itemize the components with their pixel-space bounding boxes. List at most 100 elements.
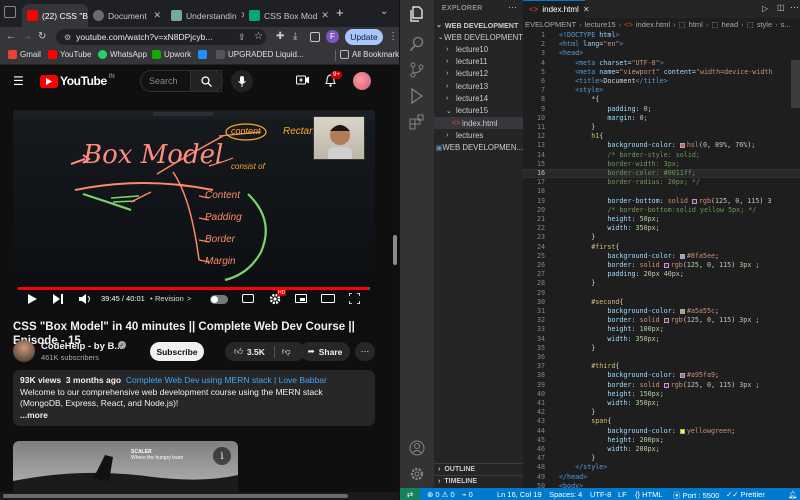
timeline-section-header[interactable]: › TIMELINE xyxy=(434,475,523,487)
split-editor-icon[interactable]: ◫ xyxy=(777,3,785,12)
info-icon[interactable]: i xyxy=(213,447,231,465)
search-button[interactable] xyxy=(190,70,223,92)
channel-avatar[interactable] xyxy=(13,340,35,362)
bookmark-upgraded-liquid[interactable]: UPGRADED Liquid... xyxy=(216,50,304,59)
extensions-puzzle-icon[interactable]: ✚ xyxy=(276,31,284,43)
back-arrow-icon[interactable]: ← xyxy=(6,31,16,43)
bookmark-unlabeled[interactable] xyxy=(198,50,210,59)
breadcrumb-item[interactable]: s... xyxy=(781,20,791,29)
explorer-files-icon[interactable] xyxy=(409,6,425,22)
outline-section-header[interactable]: › OUTLINE xyxy=(434,463,523,475)
chapter-chevron[interactable]: > xyxy=(187,294,191,303)
workspace-section-header[interactable]: ⌄ WEB DEVELOPMENT xyxy=(434,19,523,31)
next-video-icon[interactable] xyxy=(53,294,63,304)
description-tagline-link[interactable]: Complete Web Dev using MERN stack | Love… xyxy=(126,375,327,385)
editor-tab-index-html[interactable]: <> index.html ✕ xyxy=(523,0,590,18)
editor-more-icon[interactable]: ⋯ xyxy=(790,2,799,13)
breadcrumb-item[interactable]: style xyxy=(757,20,772,29)
chapter-title[interactable]: Revision xyxy=(155,294,184,303)
language-mode[interactable]: {} HTML xyxy=(635,490,663,499)
scrollbar-thumb[interactable] xyxy=(3,494,348,498)
indentation[interactable]: Spaces: 4 xyxy=(549,490,582,499)
bookmark-youtube[interactable]: YouTube xyxy=(48,50,91,59)
forward-arrow-icon[interactable]: → xyxy=(22,31,32,43)
close-editor-icon[interactable]: ✕ xyxy=(583,5,590,14)
tree-folder-item[interactable]: ▣ WEB DEVELOPMEN... xyxy=(434,142,523,154)
description-box[interactable]: 93K views 3 months ago Complete Web Dev … xyxy=(13,370,375,426)
manage-gear-icon[interactable] xyxy=(409,466,425,482)
breadcrumb-item[interactable]: head xyxy=(721,20,738,29)
notifications-bell-icon[interactable]: 🔔︎ xyxy=(788,490,798,499)
code-editor[interactable]: 1 <!DOCTYPE html> 2 <html lang="en"> 3 <head>… xyxy=(523,31,800,499)
bookmark-star-icon[interactable]: ☆ xyxy=(254,31,263,43)
like-thumb-up-icon[interactable]: 👍︎ xyxy=(234,346,243,357)
breadcrumb-item[interactable]: lecture15 xyxy=(585,20,616,29)
fullscreen-icon[interactable] xyxy=(349,293,360,304)
editor-scrollbar-thumb[interactable] xyxy=(791,60,800,108)
open-preview-icon[interactable]: ▷ xyxy=(762,4,768,13)
encoding[interactable]: UTF-8 xyxy=(590,490,611,499)
cursor-position[interactable]: Ln 16, Col 19 xyxy=(497,490,542,499)
close-tab-icon[interactable]: ✕ xyxy=(321,10,329,21)
account-avatar[interactable] xyxy=(353,72,371,90)
explorer-more-icon[interactable]: ⋯ xyxy=(508,2,517,13)
create-video-icon[interactable] xyxy=(296,75,309,86)
tree-folder-item[interactable]: ⌄ WEB DEVELOPMENT xyxy=(434,31,523,43)
show-more-link[interactable]: ...more xyxy=(20,410,368,422)
update-button[interactable]: Update xyxy=(345,29,383,45)
profile-avatar[interactable]: F xyxy=(326,30,339,43)
all-bookmarks[interactable]: All Bookmarks xyxy=(340,50,399,59)
tree-folder-item[interactable]: ⌄ lecture15 xyxy=(434,105,523,117)
tree-folder-item[interactable]: › lecture14 xyxy=(434,93,523,105)
line-ending[interactable]: LF xyxy=(618,490,627,499)
tab-youtube[interactable]: (22) CSS "Box ✕ xyxy=(22,4,88,27)
play-icon[interactable] xyxy=(28,294,37,304)
video-player[interactable]: Box Model content Rectangle consist of C… xyxy=(13,110,375,310)
tab-css-box-model[interactable]: CSS Box Mod ✕ xyxy=(244,4,332,27)
youtube-logo[interactable]: YouTube IN xyxy=(40,74,115,88)
new-tab-button[interactable]: + xyxy=(336,6,344,19)
tab-document[interactable]: Document ✕ xyxy=(88,4,166,27)
tree-file-item[interactable]: <> index.html xyxy=(434,117,523,130)
hamburger-menu-icon[interactable]: ☰ xyxy=(13,74,24,88)
account-icon[interactable] xyxy=(409,440,425,456)
share-button[interactable]: ➦ Share xyxy=(300,342,350,361)
close-tab-icon[interactable]: ✕ xyxy=(153,10,161,21)
tree-folder-item[interactable]: › lecture11 xyxy=(434,56,523,68)
download-icon[interactable]: ⤓ xyxy=(293,31,297,43)
ports-indicator-icon[interactable]: ⌁ 0 xyxy=(462,490,473,499)
tab-search-icon[interactable] xyxy=(4,6,16,18)
reload-icon[interactable]: ↻ xyxy=(38,31,46,43)
subscribe-button[interactable]: Subscribe xyxy=(150,342,204,361)
tree-folder-item[interactable]: › lecture12 xyxy=(434,68,523,80)
source-control-icon[interactable] xyxy=(409,62,425,78)
breadcrumb-item[interactable]: EVELOPMENT xyxy=(525,20,576,29)
bookmark-whatsapp[interactable]: WhatsApp xyxy=(98,50,147,59)
live-server-port[interactable]: ⦿ Port : 5500 xyxy=(673,490,719,500)
voice-search-button[interactable] xyxy=(231,70,253,92)
seek-bar[interactable] xyxy=(18,287,370,290)
bookmark-gmail[interactable]: Gmail xyxy=(8,50,41,59)
share-page-icon[interactable]: ⇪ xyxy=(238,31,246,43)
dislike-thumb-down-icon[interactable]: 👎︎ xyxy=(282,346,291,357)
breadcrumb-item[interactable]: html xyxy=(689,20,703,29)
search-icon[interactable] xyxy=(409,36,425,52)
more-actions-button[interactable]: ⋯ xyxy=(355,342,375,361)
problems-indicator[interactable]: ⊗ 0 ⚠ 0 xyxy=(427,490,455,499)
remote-indicator-icon[interactable]: ⇄ xyxy=(400,488,420,500)
breadcrumb-item[interactable]: index.html xyxy=(636,20,670,29)
tree-folder-item[interactable]: › lectures xyxy=(434,129,523,141)
site-info-icon[interactable]: ⚙ xyxy=(64,33,71,42)
horizontal-scrollbar[interactable] xyxy=(0,492,399,500)
run-debug-icon[interactable] xyxy=(409,88,425,104)
autoplay-toggle[interactable] xyxy=(210,295,228,304)
prettier-status[interactable]: ✓✓ Prettier xyxy=(726,490,765,499)
side-panel-icon[interactable] xyxy=(310,32,320,42)
subtitles-cc-icon[interactable] xyxy=(242,294,254,303)
bookmark-upwork[interactable]: Upwork xyxy=(152,50,191,59)
extensions-icon[interactable] xyxy=(409,114,425,130)
theater-mode-icon[interactable] xyxy=(321,294,335,303)
tree-folder-item[interactable]: › lecture10 xyxy=(434,43,523,55)
volume-icon[interactable] xyxy=(79,294,91,304)
menu-kebab-icon[interactable]: ⋮ xyxy=(388,31,398,43)
